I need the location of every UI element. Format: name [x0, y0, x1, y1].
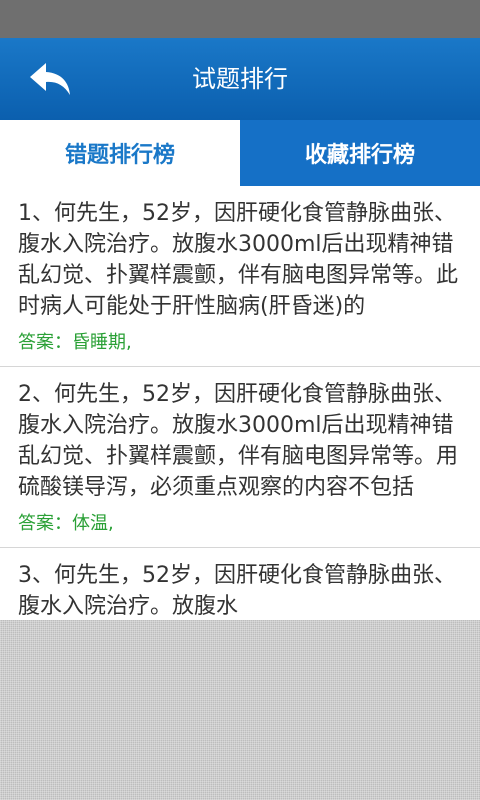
page-title: 试题排行 [192, 65, 288, 93]
list-item[interactable]: 2、何先生，52岁，因肝硬化食管静脉曲张、腹水入院治疗。放腹水3000ml后出现… [0, 367, 480, 548]
status-bar [0, 0, 480, 38]
answer-text: 答案：体温, [18, 513, 114, 534]
question-list: 1、何先生，52岁，因肝硬化食管静脉曲张、腹水入院治疗。放腹水3000ml后出现… [0, 186, 480, 641]
tab-wrong-ranking[interactable]: 错题排行榜 [0, 120, 240, 186]
answer-text: 答案：昏睡期, [18, 332, 132, 353]
question-text: 3、何先生，52岁，因肝硬化食管静脉曲张、腹水入院治疗。放腹水 [18, 563, 456, 619]
list-item[interactable]: 1、何先生，52岁，因肝硬化食管静脉曲张、腹水入院治疗。放腹水3000ml后出现… [0, 186, 480, 367]
tab-bar: 错题排行榜 收藏排行榜 [0, 120, 480, 186]
question-text: 1、何先生，52岁，因肝硬化食管静脉曲张、腹水入院治疗。放腹水3000ml后出现… [18, 201, 459, 319]
loading-overlay [0, 620, 480, 800]
app-header: 试题排行 [0, 38, 480, 120]
tab-favorite-ranking[interactable]: 收藏排行榜 [240, 120, 480, 186]
question-text: 2、何先生，52岁，因肝硬化食管静脉曲张、腹水入院治疗。放腹水3000ml后出现… [18, 382, 459, 500]
